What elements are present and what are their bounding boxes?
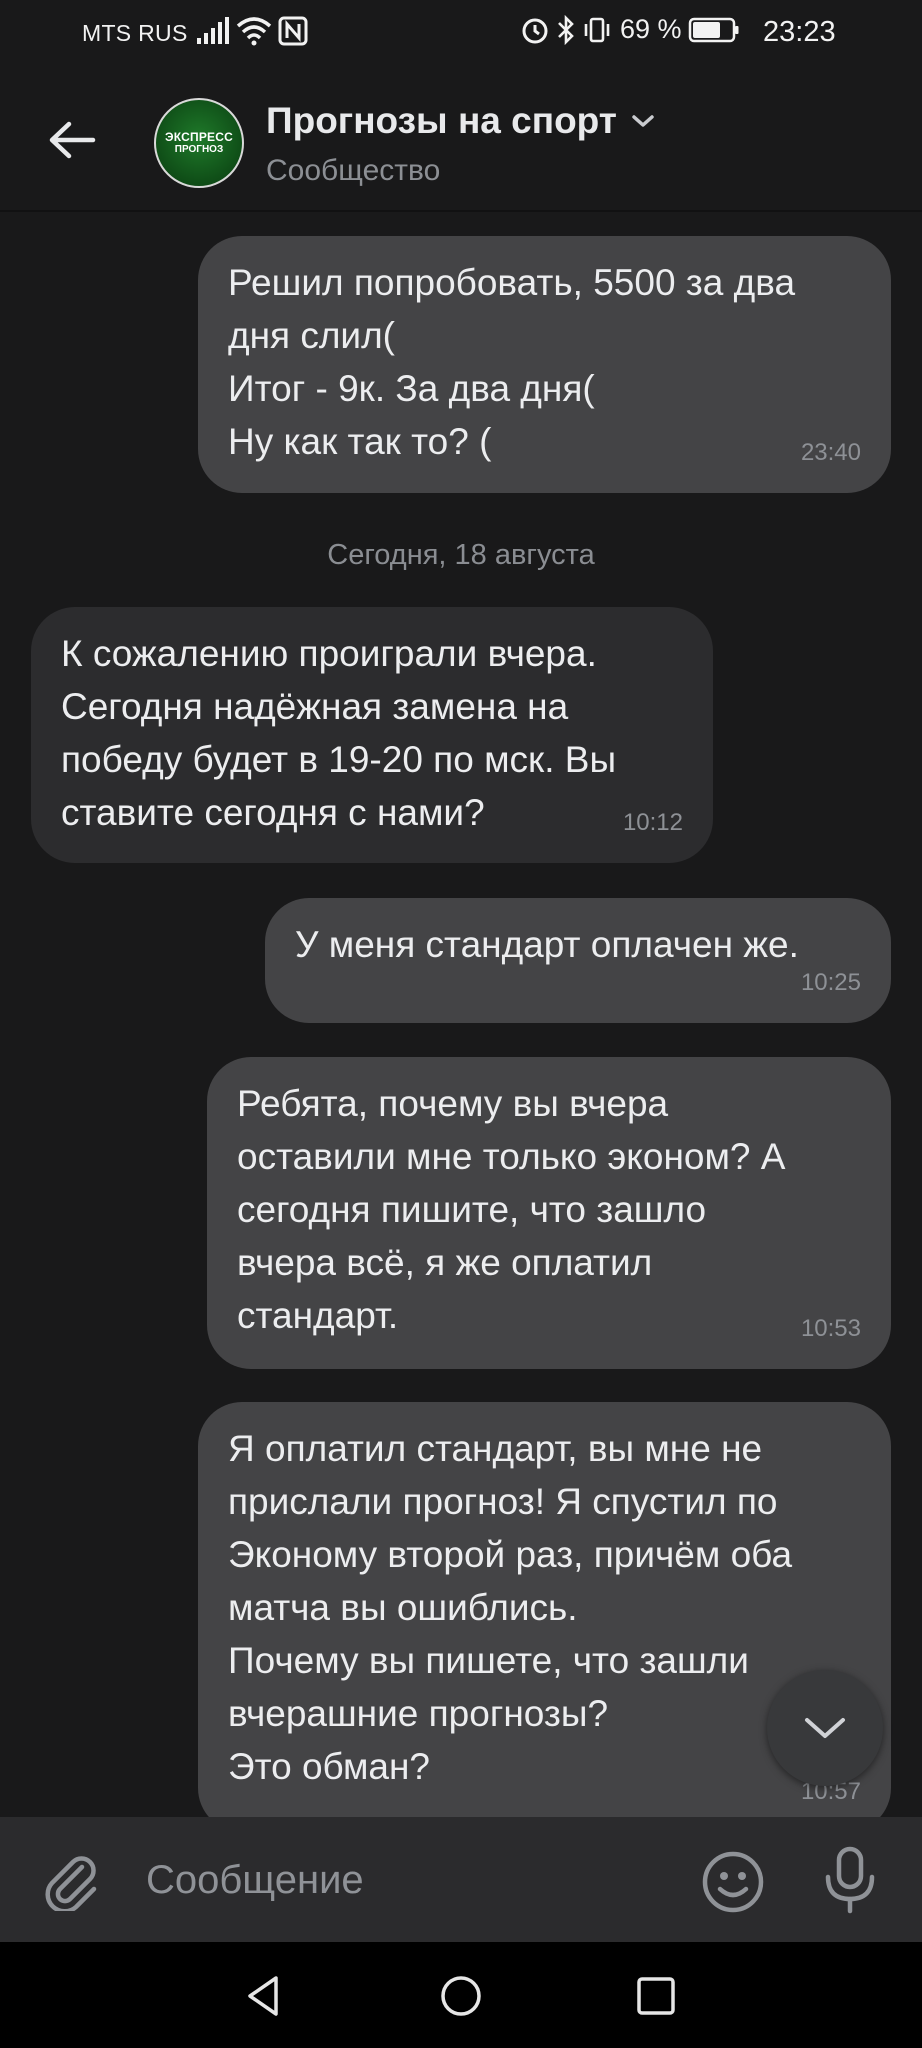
chat-header: ЭКСПРЕСС ПРОГНОЗ Прогнозы на спорт Сообщ… <box>0 70 922 212</box>
scroll-to-bottom-button[interactable] <box>767 1670 883 1786</box>
back-button[interactable] <box>36 104 108 176</box>
chat-title[interactable]: Прогнозы на спорт <box>266 100 655 142</box>
emoji-icon[interactable] <box>700 1849 766 1915</box>
microphone-icon[interactable] <box>818 1845 882 1915</box>
message-text: Я оплатил стандарт, вы мне не прислали п… <box>228 1428 793 1787</box>
message-time: 10:53 <box>800 1315 861 1342</box>
date-separator: Сегодня, 18 августа <box>327 539 595 571</box>
back-arrow-icon <box>49 121 96 159</box>
chat-subtitle: Сообщество <box>266 154 441 187</box>
message-text: У меня стандарт оплачен же. <box>295 924 799 965</box>
bluetooth-icon <box>558 14 574 45</box>
avatar-text-line2: ПРОГНОЗ <box>174 144 224 155</box>
nav-home-icon[interactable] <box>437 1972 485 2020</box>
nav-recents-icon[interactable] <box>632 1972 680 2020</box>
message-bubble-outgoing[interactable]: У меня стандарт оплачен же. 10:25 <box>265 898 891 1023</box>
status-clock: 23:23 <box>763 16 836 48</box>
message-time: 23:40 <box>800 439 861 466</box>
message-input[interactable] <box>146 1850 666 1910</box>
status-right-icons: 69 % <box>520 14 740 45</box>
message-time: 10:25 <box>800 969 861 996</box>
chevron-down-icon <box>805 1718 845 1738</box>
alarm-icon <box>522 18 548 43</box>
paperclip-icon[interactable] <box>38 1847 102 1911</box>
message-text: Решил попробовать, 5500 за два дня слил(… <box>228 262 796 462</box>
message-bubble-incoming[interactable]: К сожалению проиграли вчера. Сегодня над… <box>31 607 713 863</box>
chat-title-text: Прогнозы на спорт <box>266 100 617 141</box>
battery-icon <box>688 17 739 42</box>
chevron-down-icon <box>632 115 654 127</box>
nfc-icon <box>278 16 308 46</box>
message-text: Ребята, почему вы вчера оставили мне тол… <box>237 1083 786 1336</box>
status-bar: MTS RUS 69 % 23:23 <box>0 0 922 70</box>
community-avatar[interactable]: ЭКСПРЕСС ПРОГНОЗ <box>154 98 244 188</box>
avatar-text-line1: ЭКСПРЕСС <box>165 130 233 144</box>
system-navigation-bar <box>0 1942 922 2048</box>
message-bubble-outgoing[interactable]: Решил попробовать, 5500 за два дня слил(… <box>198 236 891 493</box>
battery-percent: 69 % <box>620 14 682 44</box>
message-bubble-outgoing[interactable]: Ребята, почему вы вчера оставили мне тол… <box>207 1057 891 1369</box>
signal-icon <box>197 17 229 44</box>
status-left-icons <box>196 16 308 46</box>
message-time: 10:12 <box>622 809 683 836</box>
message-list[interactable]: Решил попробовать, 5500 за два дня слил(… <box>0 212 922 1817</box>
wifi-icon <box>236 17 272 46</box>
carrier-label: MTS RUS <box>82 20 188 46</box>
nav-back-icon[interactable] <box>240 1972 288 2020</box>
message-composer <box>0 1817 922 1942</box>
vibrate-icon <box>584 17 610 42</box>
message-text: К сожалению проиграли вчера. Сегодня над… <box>61 633 617 833</box>
